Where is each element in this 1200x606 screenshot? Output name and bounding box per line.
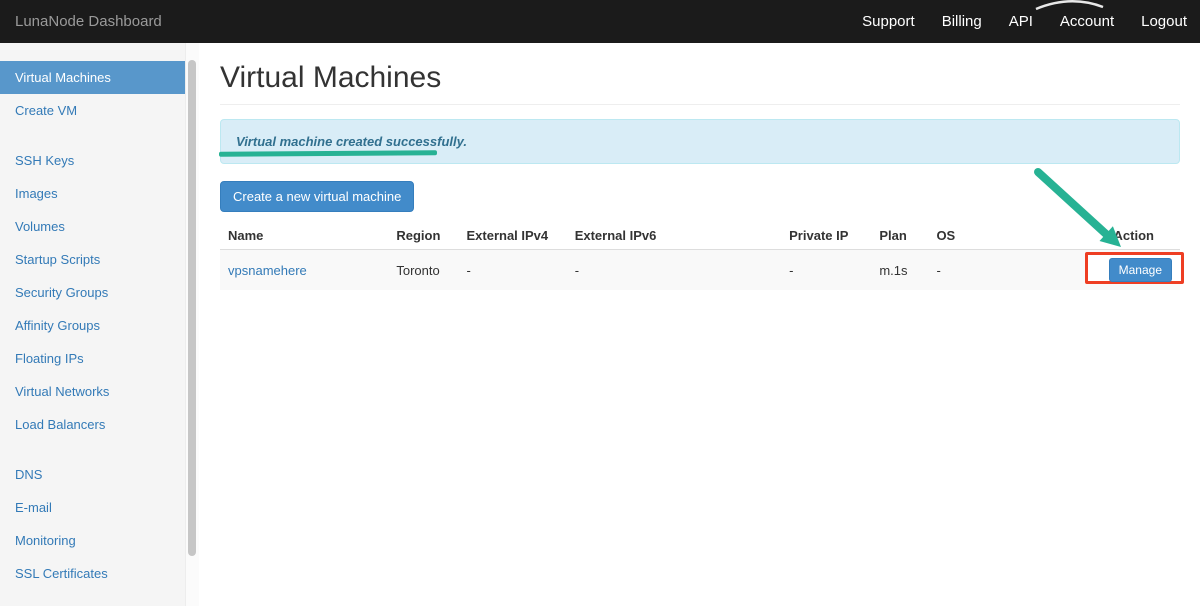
sidebar-item-dns[interactable]: DNS xyxy=(0,458,199,491)
sidebar-item-ssl-certificates[interactable]: SSL Certificates xyxy=(0,557,199,590)
sidebar-scrollbar-thumb[interactable] xyxy=(188,60,196,556)
vm-plan-cell: m.1s xyxy=(879,262,908,278)
sidebar-item-monitoring[interactable]: Monitoring xyxy=(0,524,199,557)
topnav-account[interactable]: Account xyxy=(1060,13,1114,30)
topnav-api[interactable]: API xyxy=(1009,13,1033,30)
success-alert: Virtual machine created successfully. xyxy=(220,119,1180,164)
sidebar-item-affinity-groups[interactable]: Affinity Groups xyxy=(0,309,199,342)
col-header-plan: Plan xyxy=(871,222,929,250)
success-alert-text: Virtual machine created successfully. xyxy=(236,134,467,149)
sidebar-item-email[interactable]: E-mail xyxy=(0,491,199,524)
vm-name-link[interactable]: vpsnamehere xyxy=(228,263,307,278)
sidebar-item-security-groups[interactable]: Security Groups xyxy=(0,276,199,309)
vm-action-cell: Manage xyxy=(1080,250,1180,291)
sidebar-item-create-vm[interactable]: Create VM xyxy=(0,94,199,127)
vm-os-cell: - xyxy=(936,262,941,278)
col-header-action: Action xyxy=(1079,222,1180,250)
vm-name-cell: vpsnamehere xyxy=(220,250,388,291)
topnav-logout[interactable]: Logout xyxy=(1141,13,1187,30)
sidebar-scrollbar-track xyxy=(185,43,199,606)
col-header-private-ip: Private IP xyxy=(781,222,872,250)
sidebar-nav: Virtual Machines Create VM SSH Keys Imag… xyxy=(0,43,199,590)
sidebar-item-images[interactable]: Images xyxy=(0,177,199,210)
col-header-region: Region xyxy=(388,222,459,250)
sidebar-item-load-balancers[interactable]: Load Balancers xyxy=(0,408,199,441)
sidebar: Virtual Machines Create VM SSH Keys Imag… xyxy=(0,43,199,606)
table-header-row: Name Region External IPv4 External IPv6 … xyxy=(220,222,1180,250)
col-header-os: OS xyxy=(928,222,1080,250)
main-content: Virtual Machines Virtual machine created… xyxy=(199,43,1200,606)
vm-table: Name Region External IPv4 External IPv6 … xyxy=(220,222,1180,290)
vm-external-ipv4-cell: - xyxy=(466,262,471,278)
sidebar-item-volumes[interactable]: Volumes xyxy=(0,210,199,243)
vm-private-ip-cell: - xyxy=(789,262,794,278)
table-row: vpsnamehere Toronto - - - m.1s - Manage xyxy=(220,249,1180,291)
manage-button[interactable]: Manage xyxy=(1108,258,1172,282)
page-body: Virtual Machines Create VM SSH Keys Imag… xyxy=(0,43,1200,606)
col-header-name: Name xyxy=(220,222,389,250)
col-header-external-ipv6: External IPv6 xyxy=(566,222,782,250)
sidebar-item-floating-ips[interactable]: Floating IPs xyxy=(0,342,199,375)
brand-title[interactable]: LunaNode Dashboard xyxy=(15,13,162,30)
sidebar-item-ssh-keys[interactable]: SSH Keys xyxy=(0,144,199,177)
title-divider xyxy=(220,104,1180,105)
vm-region-cell: Toronto xyxy=(396,262,440,278)
topbar: LunaNode Dashboard Support Billing API A… xyxy=(0,0,1200,43)
topnav-support[interactable]: Support xyxy=(862,13,915,30)
topnav: Support Billing API Account Logout xyxy=(835,13,1187,30)
col-header-external-ipv4: External IPv4 xyxy=(458,222,567,250)
page-title: Virtual Machines xyxy=(220,61,442,94)
vm-external-ipv6-cell: - xyxy=(574,262,580,278)
create-vm-button[interactable]: Create a new virtual machine xyxy=(220,181,415,212)
topnav-billing[interactable]: Billing xyxy=(942,13,982,30)
sidebar-item-virtual-networks[interactable]: Virtual Networks xyxy=(0,375,199,408)
sidebar-item-startup-scripts[interactable]: Startup Scripts xyxy=(0,243,199,276)
sidebar-item-virtual-machines[interactable]: Virtual Machines xyxy=(0,61,199,94)
